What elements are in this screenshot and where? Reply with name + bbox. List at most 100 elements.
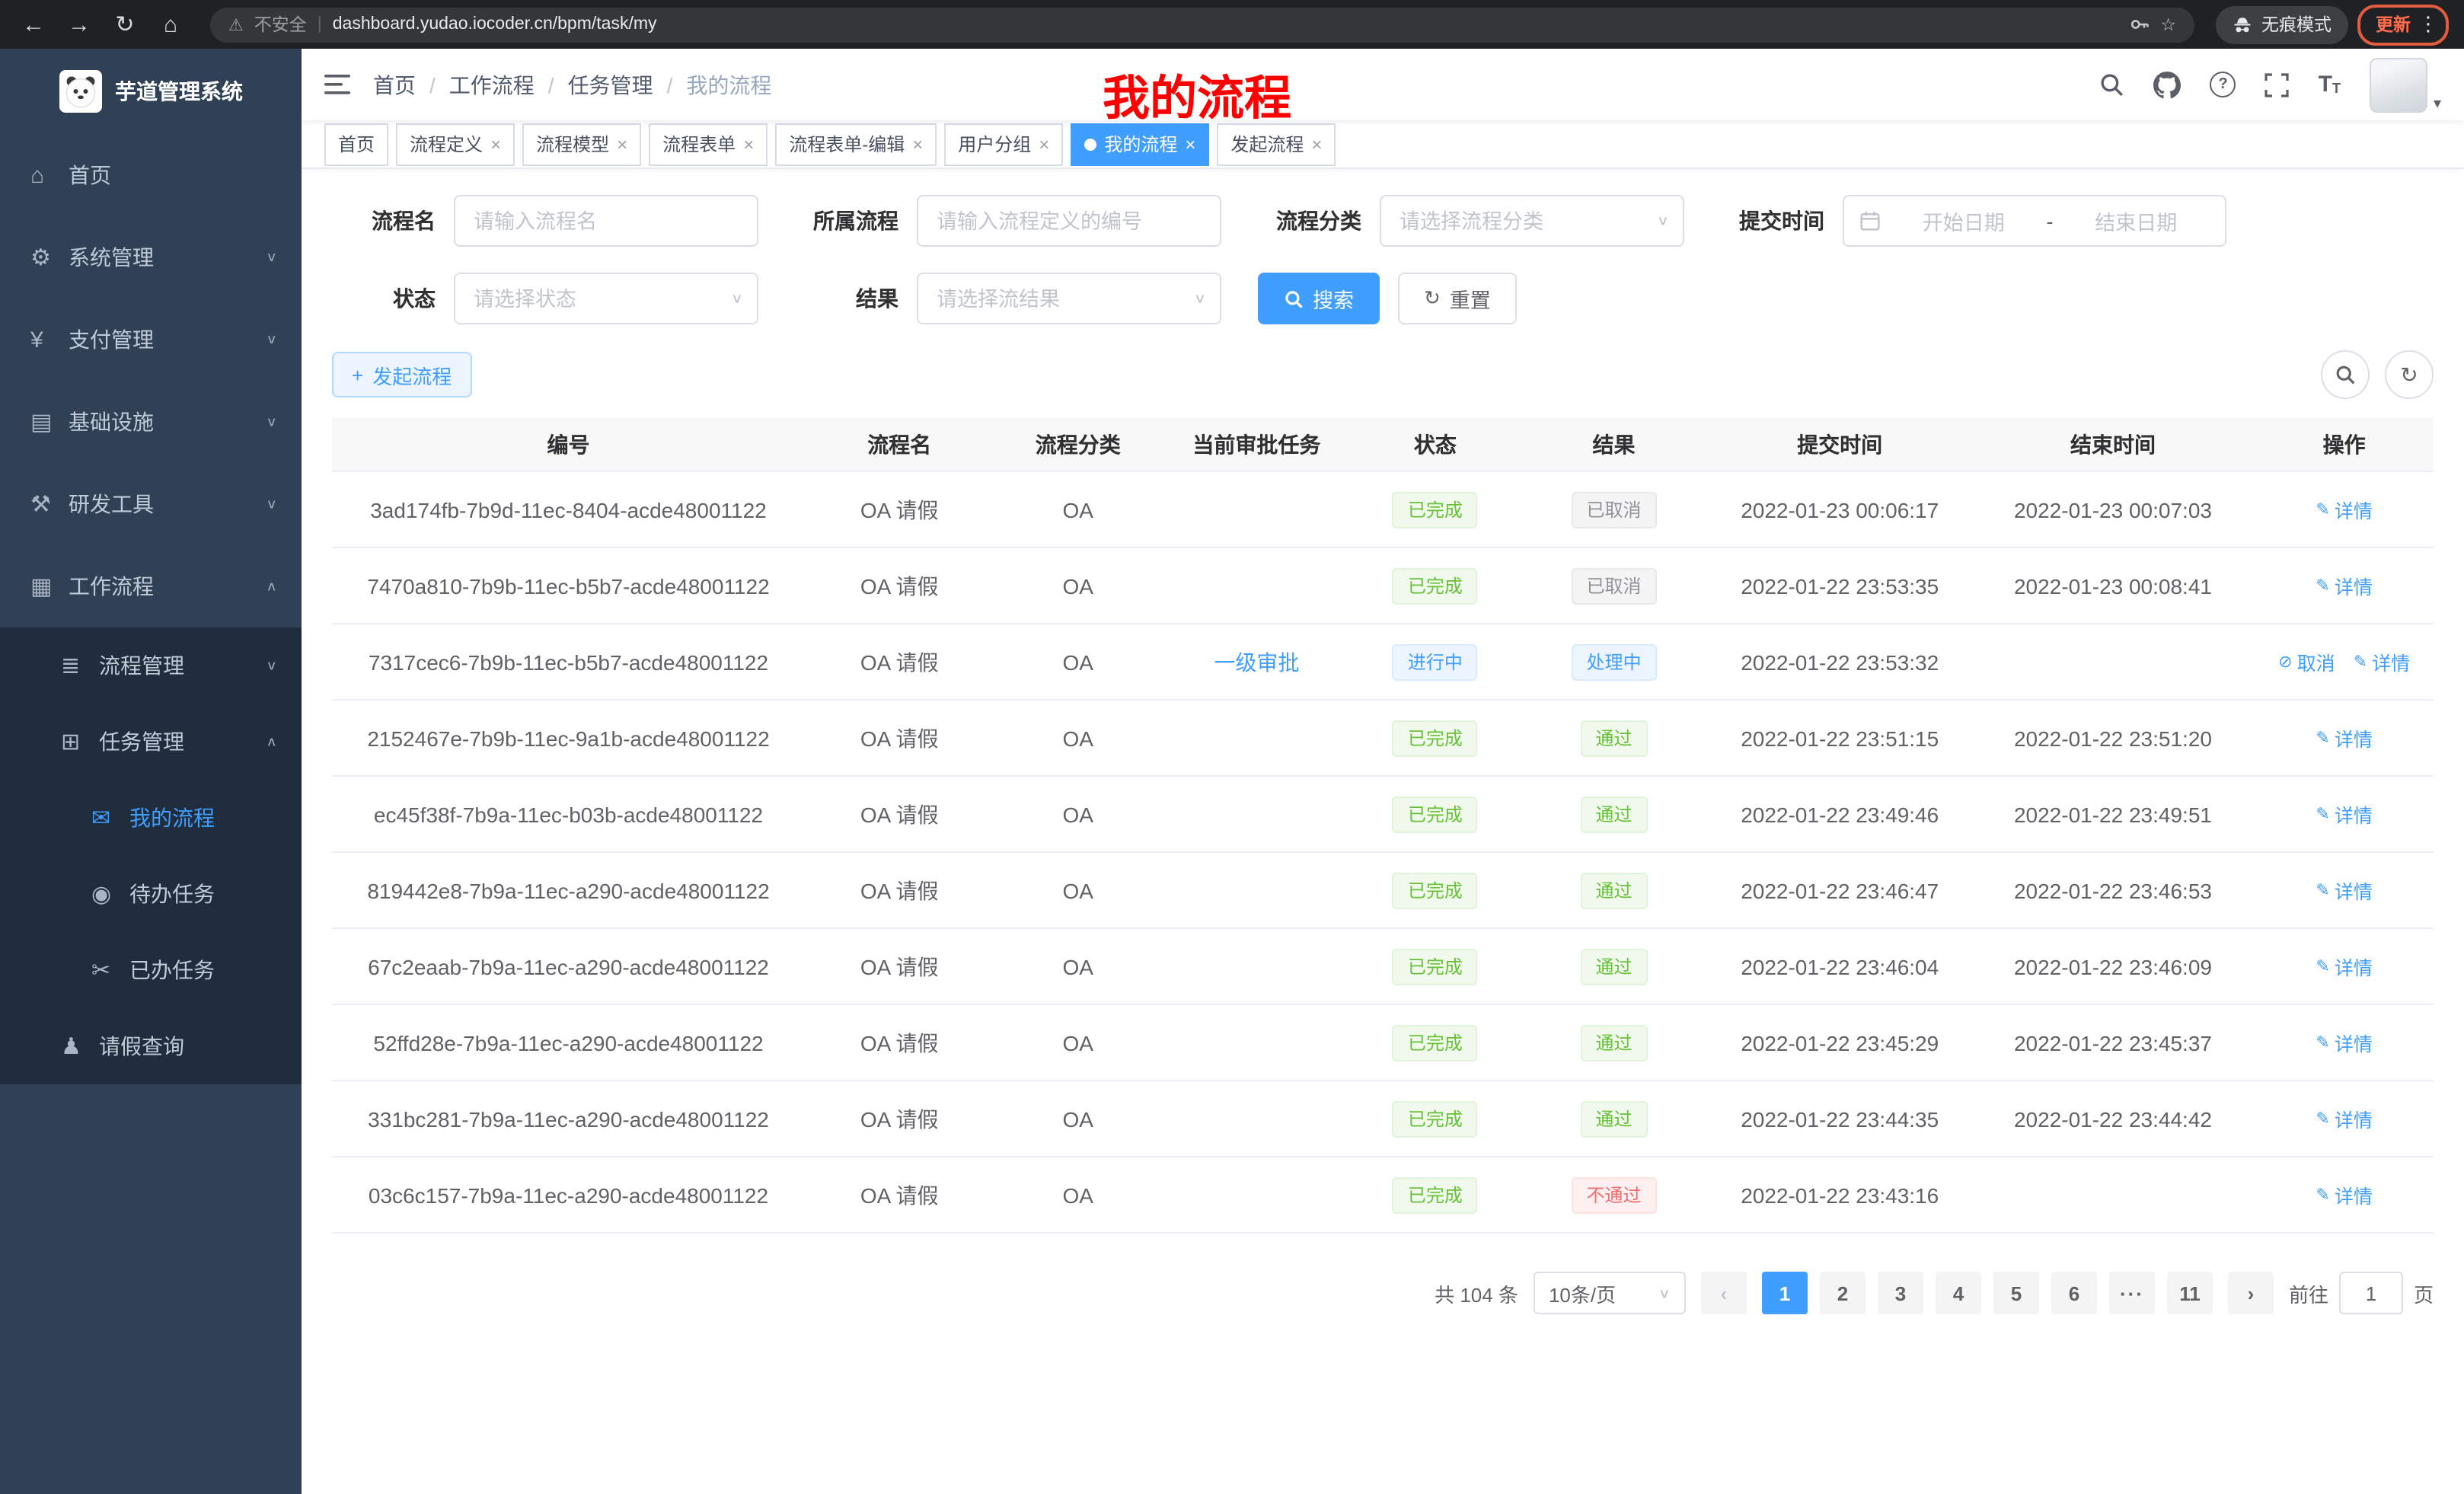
action-detail[interactable]: ✎详情 <box>2316 1028 2372 1057</box>
close-icon[interactable]: × <box>617 133 627 155</box>
breadcrumb-item[interactable]: 工作流程 <box>449 69 535 100</box>
sidebar-item-devtools[interactable]: ⚒研发工具∨ <box>0 463 302 545</box>
next-page-button[interactable]: › <box>2228 1272 2274 1314</box>
detail-icon: ✎ <box>2316 956 2329 976</box>
column-header: 操作 <box>2255 417 2434 471</box>
address-bar[interactable]: ⚠ 不安全 | dashboard.yudao.iocoder.cn/bpm/t… <box>210 7 2194 42</box>
reset-button[interactable]: ↻ 重置 <box>1398 273 1517 324</box>
start-process-button[interactable]: + 发起流程 <box>332 352 471 397</box>
close-icon[interactable]: × <box>1039 133 1049 155</box>
toggle-search-button[interactable] <box>2321 350 2370 399</box>
search-button[interactable]: 搜索 <box>1258 273 1380 324</box>
detail-icon: ✎ <box>2316 576 2329 595</box>
browser-home-button[interactable]: ⌂ <box>152 6 189 43</box>
action-detail[interactable]: ✎详情 <box>2316 495 2372 524</box>
close-icon[interactable]: × <box>490 133 501 155</box>
process-name-input[interactable] <box>454 195 758 247</box>
browser-reload-button[interactable]: ↻ <box>107 6 143 43</box>
sidebar-item-my-process[interactable]: ✉我的流程 <box>0 780 302 856</box>
tab-process-form-edit[interactable]: 流程表单-编辑× <box>775 123 937 165</box>
table-row: 67c2eaab-7b9a-11ec-a290-acde48001122OA 请… <box>332 928 2434 1004</box>
page-button-2[interactable]: 2 <box>1820 1272 1866 1314</box>
column-header: 编号 <box>332 417 805 471</box>
goto-page-input[interactable] <box>2339 1272 2403 1314</box>
help-icon[interactable]: ? <box>2210 72 2236 97</box>
tab-process-form[interactable]: 流程表单× <box>649 123 768 165</box>
tab-label: 我的流程 <box>1104 131 1177 157</box>
app-logo[interactable]: 芋道管理系统 <box>0 49 302 134</box>
close-icon[interactable]: × <box>1311 133 1322 155</box>
tab-process-model[interactable]: 流程模型× <box>522 123 641 165</box>
sidebar-item-payment[interactable]: ¥支付管理∨ <box>0 298 302 381</box>
chevron-down-icon: ∨ <box>266 251 277 265</box>
tab-process-definition[interactable]: 流程定义× <box>396 123 515 165</box>
prev-page-button[interactable]: ‹ <box>1701 1272 1747 1314</box>
github-icon[interactable] <box>2154 71 2182 98</box>
page-button-4[interactable]: 4 <box>1936 1272 1981 1314</box>
detail-icon: ✎ <box>2316 1033 2329 1052</box>
browser-back-button[interactable]: ← <box>15 6 52 43</box>
action-cancel[interactable]: ⊘取消 <box>2278 647 2335 676</box>
tab-home[interactable]: 首页 <box>324 123 388 165</box>
kebab-menu-icon[interactable]: ⋮ <box>2418 12 2438 37</box>
category-select[interactable] <box>1380 195 1684 247</box>
security-label[interactable]: 不安全 <box>254 12 307 37</box>
user-menu[interactable]: ▾ <box>2370 57 2441 112</box>
action-detail[interactable]: ✎详情 <box>2316 571 2372 600</box>
page-size-select[interactable]: 10条/页 ∨ <box>1534 1272 1686 1314</box>
page-button-6[interactable]: 6 <box>2051 1272 2097 1314</box>
cell-result: 通过 <box>1519 700 1708 776</box>
sidebar-item-process-management[interactable]: ≣流程管理∨ <box>0 627 302 704</box>
url-text[interactable]: dashboard.yudao.iocoder.cn/bpm/task/my <box>333 15 657 34</box>
search-icon[interactable] <box>2099 72 2125 97</box>
tab-user-group[interactable]: 用户分组× <box>944 123 1063 165</box>
page-button-5[interactable]: 5 <box>1993 1272 2039 1314</box>
password-key-icon[interactable] <box>2128 14 2150 35</box>
cell-result: 通过 <box>1519 928 1708 1004</box>
sidebar-item-task-management[interactable]: ⊞任务管理∧ <box>0 704 302 780</box>
page-button-1[interactable]: 1 <box>1762 1272 1808 1314</box>
action-detail[interactable]: ✎详情 <box>2316 800 2372 828</box>
sidebar-item-todo-tasks[interactable]: ◉待办任务 <box>0 856 302 932</box>
action-detail[interactable]: ✎详情 <box>2354 647 2410 676</box>
hamburger-icon[interactable] <box>324 73 350 96</box>
action-detail[interactable]: ✎详情 <box>2316 952 2372 981</box>
avatar[interactable] <box>2370 57 2427 112</box>
browser-forward-button[interactable]: → <box>61 6 97 43</box>
tab-start-process[interactable]: 发起流程 × <box>1217 123 1336 165</box>
tab-label: 发起流程 <box>1230 131 1304 157</box>
action-detail[interactable]: ✎详情 <box>2316 1180 2372 1209</box>
current-task-link[interactable]: 一级审批 <box>1214 650 1299 674</box>
date-range-picker[interactable]: 开始日期 - 结束日期 <box>1843 195 2226 247</box>
font-size-icon[interactable]: TT <box>2319 73 2341 96</box>
result-select[interactable] <box>917 273 1221 324</box>
close-icon[interactable]: × <box>1185 133 1195 155</box>
browser-update-button[interactable]: 更新 ⋮ <box>2357 4 2449 45</box>
action-detail[interactable]: ✎详情 <box>2316 723 2372 752</box>
sidebar-item-workflow[interactable]: ▦工作流程∧ <box>0 545 302 627</box>
sidebar-item-infrastructure[interactable]: ▤基础设施∨ <box>0 381 302 463</box>
page-button-11[interactable]: 11 <box>2167 1272 2213 1314</box>
page-button-3[interactable]: 3 <box>1878 1272 1923 1314</box>
sidebar-item-label: 基础设施 <box>69 407 266 437</box>
tab-my-process[interactable]: 我的流程 × <box>1071 123 1209 165</box>
cell-status: 已完成 <box>1352 700 1520 776</box>
status-select[interactable] <box>454 273 758 324</box>
breadcrumb-item[interactable]: 首页 <box>373 69 416 100</box>
bookmark-star-icon[interactable]: ☆ <box>2160 14 2176 35</box>
close-icon[interactable]: × <box>912 133 923 155</box>
breadcrumb-item[interactable]: 任务管理 <box>568 69 653 100</box>
parent-process-input[interactable] <box>917 195 1221 247</box>
sidebar-item-home[interactable]: ⌂首页 <box>0 134 302 216</box>
cell-submit-time: 2022-01-22 23:43:16 <box>1709 1157 1971 1233</box>
action-detail[interactable]: ✎详情 <box>2316 1104 2372 1133</box>
sidebar-item-done-tasks[interactable]: ✂已办任务 <box>0 932 302 1008</box>
sidebar-item-label: 任务管理 <box>99 726 266 757</box>
sidebar-item-system[interactable]: ⚙系统管理∨ <box>0 216 302 298</box>
sidebar-item-label: 支付管理 <box>69 324 266 355</box>
action-detail[interactable]: ✎详情 <box>2316 876 2372 905</box>
close-icon[interactable]: × <box>743 133 754 155</box>
fullscreen-icon[interactable] <box>2265 72 2290 97</box>
refresh-table-button[interactable]: ↻ <box>2385 350 2434 399</box>
sidebar-item-leave-query[interactable]: ♟请假查询 <box>0 1008 302 1084</box>
